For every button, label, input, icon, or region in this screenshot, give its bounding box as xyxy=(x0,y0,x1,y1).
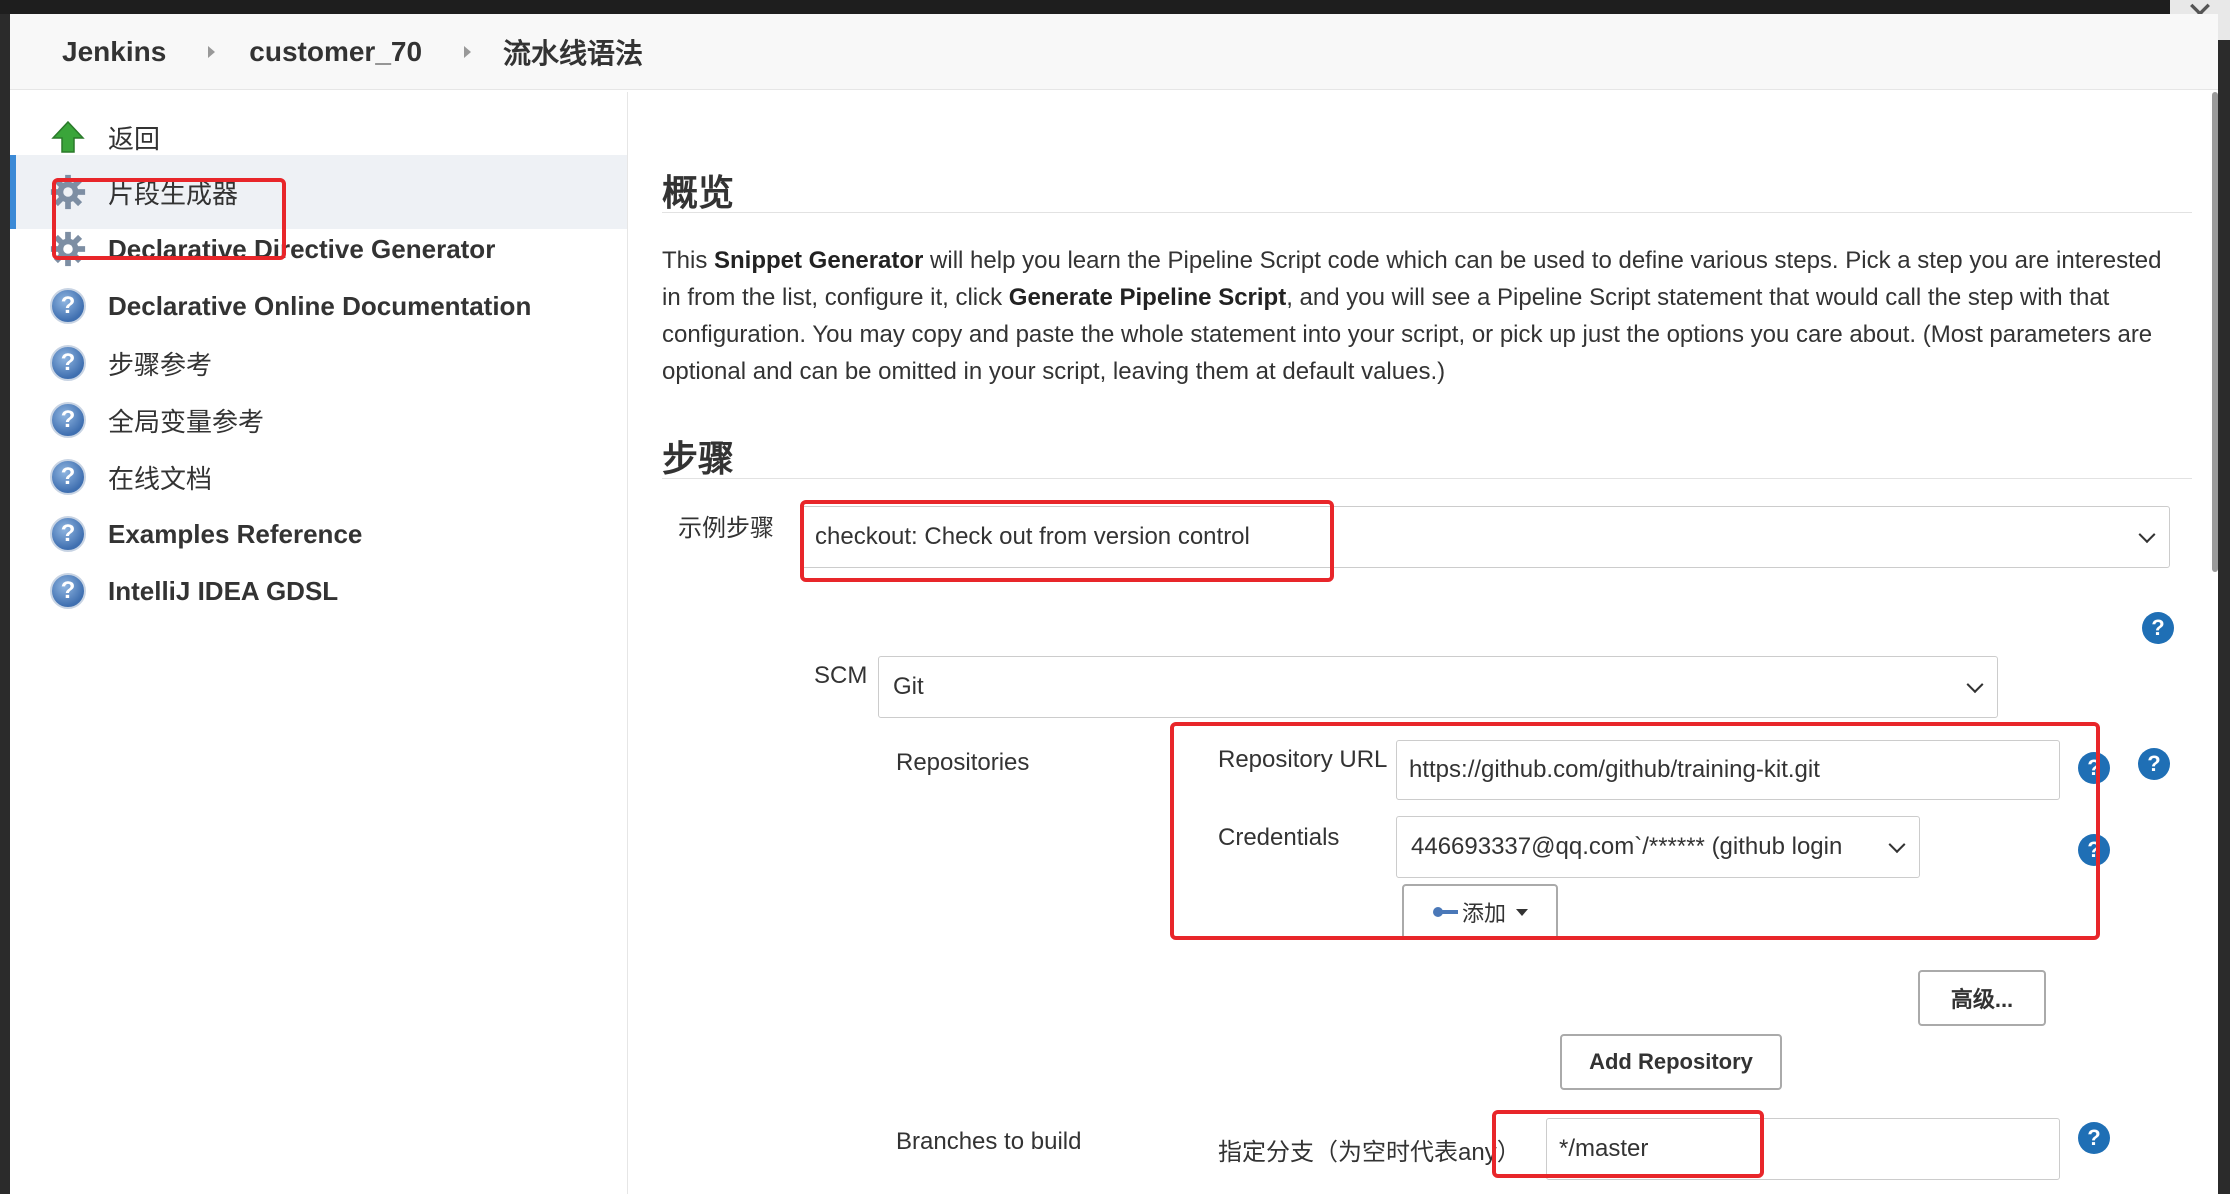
overview-heading: 概览 xyxy=(662,172,735,213)
sidebar-item-label: 返回 xyxy=(108,123,161,154)
breadcrumb-jenkins[interactable]: Jenkins xyxy=(62,36,166,68)
scm-select[interactable]: Git xyxy=(878,656,1998,718)
breadcrumb-pipeline-syntax[interactable]: 流水线语法 xyxy=(503,32,643,72)
gear-icon xyxy=(48,229,88,269)
breadcrumb: Jenkins customer_70 流水线语法 xyxy=(10,14,2218,90)
add-repository-button[interactable]: Add Repository xyxy=(1560,1034,1782,1090)
breadcrumb-separator-icon xyxy=(208,45,216,58)
sidebar-item-label: Declarative Online Documentation xyxy=(108,290,532,321)
chevron-down-icon xyxy=(1888,836,1906,854)
repository-url-label: Repository URL xyxy=(1218,746,1388,773)
add-credentials-button[interactable]: 添加 xyxy=(1402,884,1558,940)
branch-specifier-input[interactable]: */master xyxy=(1546,1118,2060,1180)
sidebar-item-label: 片段生成器 xyxy=(108,178,239,209)
help-icon: ? xyxy=(48,514,88,554)
help-icon: ? xyxy=(48,457,88,497)
sidebar-item-label: 在线文档 xyxy=(108,463,213,494)
help-icon: ? xyxy=(48,343,88,383)
sidebar-item-label: Examples Reference xyxy=(108,518,363,549)
branch-specifier-label: 指定分支（为空时代表any） xyxy=(1218,1139,1521,1166)
window-top-bar xyxy=(0,0,2230,14)
branches-to-build-label: Branches to build xyxy=(896,1128,1082,1155)
sidebar-item-label: 步骤参考 xyxy=(108,349,213,380)
help-icon[interactable]: ? xyxy=(2142,612,2174,644)
steps-heading: 步骤 xyxy=(662,438,735,479)
gear-icon xyxy=(48,172,88,212)
advanced-button[interactable]: 高级... xyxy=(1918,970,2046,1026)
repository-url-input[interactable]: https://github.com/github/training-kit.g… xyxy=(1396,740,2060,800)
help-icon: ? xyxy=(48,400,88,440)
help-icon[interactable]: ? xyxy=(2078,834,2110,866)
breadcrumb-separator-icon xyxy=(464,45,472,58)
sidebar-item-label: Declarative Directive Generator xyxy=(108,233,496,264)
overview-text: This Snippet Generator will help you lea… xyxy=(662,247,2162,385)
up-arrow-icon xyxy=(48,117,88,157)
credentials-label: Credentials xyxy=(1218,824,1340,851)
sidebar-item-label: IntelliJ IDEA GDSL xyxy=(108,575,339,606)
help-icon[interactable]: ? xyxy=(2138,748,2170,780)
help-icon: ? xyxy=(48,571,88,611)
page: Jenkins customer_70 流水线语法 返回 片段生成器 Decla… xyxy=(10,14,2218,1194)
sidebar-item-label: 全局变量参考 xyxy=(108,406,265,437)
chevron-down-icon xyxy=(2138,526,2156,544)
chevron-down-icon xyxy=(1966,676,1984,694)
sidebar: 返回 片段生成器 Declarative Directive Generator… xyxy=(10,92,628,1194)
breadcrumb-job[interactable]: customer_70 xyxy=(249,36,422,68)
scm-label: SCM xyxy=(814,662,868,689)
help-icon: ? xyxy=(48,286,88,326)
sample-step-select[interactable]: checkout: Check out from version control xyxy=(800,506,2170,568)
help-icon[interactable]: ? xyxy=(2078,752,2110,784)
key-icon xyxy=(1432,907,1458,917)
repositories-label: Repositories xyxy=(896,749,1030,776)
sidebar-item-intellij-gdsl[interactable]: ? IntelliJ IDEA GDSL xyxy=(10,554,627,628)
divider xyxy=(662,212,2192,213)
sample-step-label: 示例步骤 xyxy=(678,515,774,542)
divider xyxy=(662,478,2192,479)
scrollbar[interactable] xyxy=(2212,92,2218,572)
caret-down-icon xyxy=(1516,908,1528,916)
help-icon[interactable]: ? xyxy=(2078,1122,2110,1154)
credentials-select[interactable]: 446693337@qq.com`/****** (github login xyxy=(1396,816,1920,878)
